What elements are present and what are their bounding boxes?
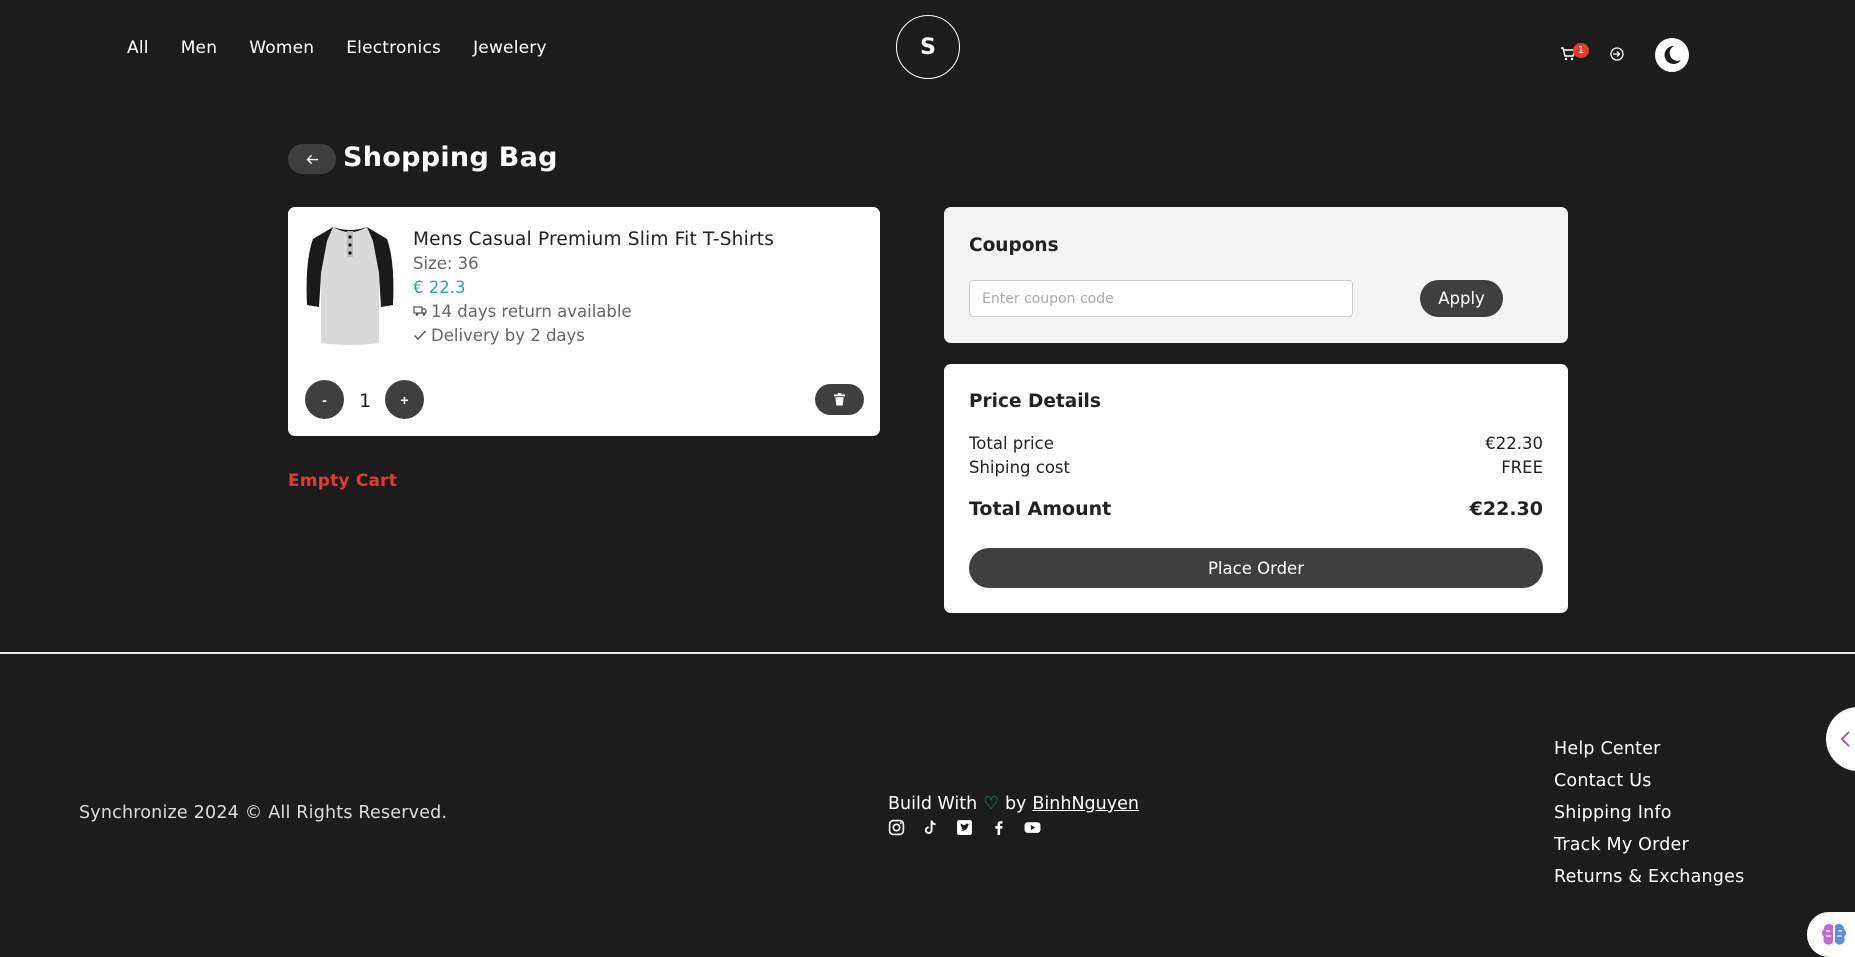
coupons-card: Coupons Apply (944, 207, 1568, 343)
price-details-title: Price Details (969, 391, 1101, 412)
login-icon[interactable] (1609, 46, 1625, 62)
price-details-card: Price Details Total price €22.30 Shiping… (944, 364, 1568, 613)
build-prefix: Build With (888, 794, 978, 814)
delete-item-button[interactable] (815, 384, 864, 415)
track-order-link[interactable]: Track My Order (1554, 834, 1744, 856)
back-button[interactable] (288, 144, 336, 174)
coupons-title: Coupons (969, 235, 1059, 256)
logo-letter: S (920, 34, 936, 60)
help-center-link[interactable]: Help Center (1554, 738, 1744, 760)
returns-exchanges-link[interactable]: Returns & Exchanges (1554, 866, 1744, 888)
heart-icon: ♡ (983, 794, 999, 814)
site-logo[interactable]: S (896, 15, 960, 79)
total-amount-value: €22.30 (1469, 498, 1543, 520)
main-nav: All Men Women Electronics Jewelery (127, 38, 579, 58)
product-name[interactable]: Mens Casual Premium Slim Fit T-Shirts (413, 229, 774, 250)
contact-us-link[interactable]: Contact Us (1554, 770, 1744, 792)
cart-item-card: Mens Casual Premium Slim Fit T-Shirts Si… (288, 207, 880, 436)
social-links (888, 819, 1041, 836)
trash-icon (834, 393, 845, 406)
delivery-text: Delivery by 2 days (431, 326, 585, 345)
cart-count-badge: 1 (1573, 43, 1589, 58)
total-amount-label: Total Amount (969, 498, 1112, 520)
nav-item-women[interactable]: Women (249, 38, 314, 58)
tiktok-icon[interactable] (922, 819, 939, 836)
side-panel-toggle[interactable] (1826, 707, 1855, 771)
return-text: 14 days return available (431, 302, 632, 321)
product-image[interactable] (303, 221, 397, 347)
place-order-button[interactable]: Place Order (969, 548, 1543, 588)
chevron-left-icon (1840, 731, 1850, 747)
product-size: Size: 36 (413, 254, 479, 273)
total-amount-row: Total Amount €22.30 (969, 498, 1543, 520)
twitter-icon[interactable] (956, 819, 973, 836)
coupon-code-input[interactable] (969, 280, 1353, 317)
brain-icon (1822, 923, 1846, 945)
shipping-cost-value: FREE (1501, 458, 1543, 477)
theme-toggle-moon-icon[interactable] (1655, 38, 1689, 72)
apply-coupon-button[interactable]: Apply (1420, 280, 1503, 317)
product-price: € 22.3 (413, 278, 466, 297)
quantity-value: 1 (359, 390, 372, 412)
nav-item-jewelery[interactable]: Jewelery (473, 38, 547, 58)
return-info: 14 days return available (413, 302, 632, 321)
footer-divider (0, 652, 1855, 654)
page-title: Shopping Bag (343, 142, 558, 173)
total-price-value: €22.30 (1485, 434, 1543, 453)
empty-cart-button[interactable]: Empty Cart (288, 471, 397, 491)
nav-item-all[interactable]: All (127, 38, 149, 58)
delivery-info: Delivery by 2 days (413, 326, 585, 345)
decrease-quantity-button[interactable]: - (305, 380, 344, 419)
total-price-row: Total price €22.30 (969, 434, 1543, 453)
increase-quantity-button[interactable]: + (385, 380, 424, 419)
truck-icon (413, 302, 427, 321)
facebook-icon[interactable] (990, 819, 1007, 836)
arrow-left-icon (305, 154, 318, 164)
assistant-widget[interactable] (1807, 912, 1855, 957)
shipping-cost-label: Shiping cost (969, 458, 1070, 477)
author-link[interactable]: BinhNguyen (1032, 794, 1139, 814)
nav-item-electronics[interactable]: Electronics (346, 38, 441, 58)
total-price-label: Total price (969, 434, 1054, 453)
nav-item-men[interactable]: Men (181, 38, 218, 58)
footer-links: Help Center Contact Us Shipping Info Tra… (1554, 738, 1744, 888)
instagram-icon[interactable] (888, 819, 905, 836)
build-credit: Build With ♡ by BinhNguyen (888, 794, 1139, 814)
build-by: by (1004, 794, 1027, 814)
youtube-icon[interactable] (1024, 819, 1041, 836)
check-icon (413, 326, 427, 345)
copyright-text: Synchronize 2024 © All Rights Reserved. (79, 803, 448, 823)
shipping-info-link[interactable]: Shipping Info (1554, 802, 1744, 824)
shipping-cost-row: Shiping cost FREE (969, 458, 1543, 477)
